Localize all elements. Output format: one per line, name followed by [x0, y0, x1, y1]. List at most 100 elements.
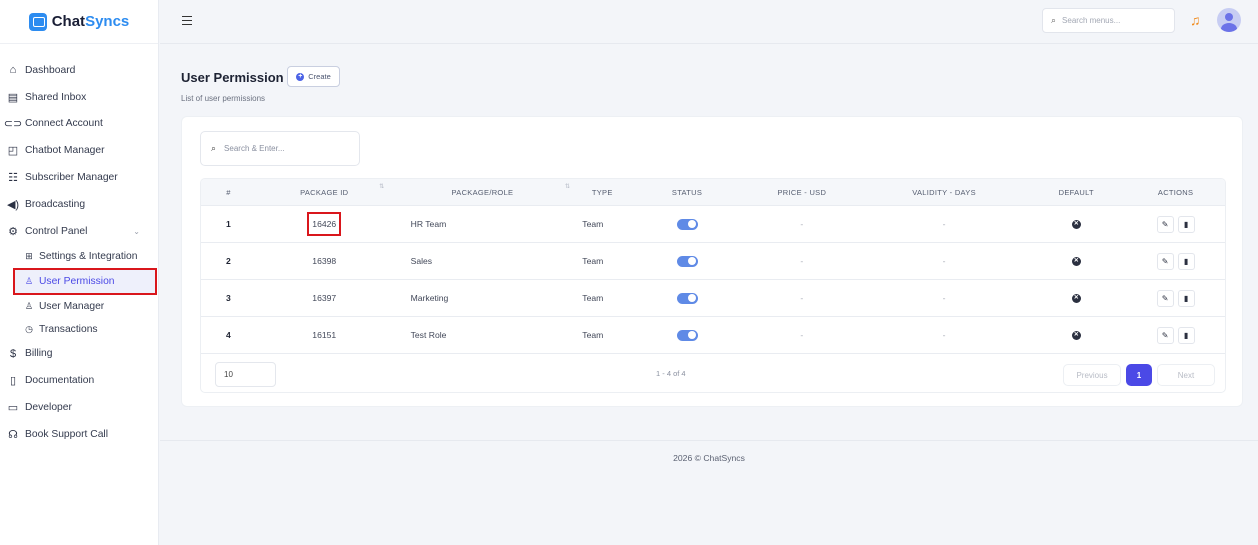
delete-button[interactable]: ▮: [1177, 326, 1195, 344]
search-icon: ⌕: [1051, 15, 1057, 25]
x-circle-icon: ✕: [1071, 219, 1081, 229]
validity-cell: -: [942, 219, 946, 229]
sidebar-item-control-panel[interactable]: ⚙ Control Panel ⌄: [0, 218, 158, 245]
status-toggle[interactable]: [676, 329, 698, 341]
settings-icon: ⊞: [25, 250, 33, 261]
column-header-default[interactable]: DEFAULT: [1026, 188, 1126, 197]
row-number: 1: [226, 219, 231, 229]
column-header-package-role[interactable]: PACKAGE/ROLE ⇅: [393, 184, 573, 197]
menu-search-input[interactable]: ⌕ Search menus...: [1042, 8, 1175, 33]
edit-button[interactable]: ✎: [1156, 326, 1174, 344]
page-1-button[interactable]: 1: [1126, 364, 1152, 386]
per-page-select[interactable]: 10: [215, 362, 276, 387]
column-header-number[interactable]: #: [201, 188, 256, 197]
users-icon: ☷: [8, 172, 18, 185]
headset-icon: ☊: [8, 428, 18, 441]
column-header-validity[interactable]: VALIDITY - DAYS: [862, 188, 1027, 197]
status-toggle[interactable]: [676, 218, 698, 230]
create-button[interactable]: + Create: [287, 66, 340, 87]
sidebar-item-book-support-call[interactable]: ☊ Book Support Call: [0, 421, 158, 448]
package-id-cell: 16397: [312, 293, 337, 303]
sidebar-subitem-settings-integration[interactable]: ⊞ Settings & Integration: [0, 245, 158, 268]
page-title: User Permission: [181, 70, 284, 85]
user-icon: ♙: [24, 300, 34, 311]
table-row: 4 16151 Test Role Team - - ✕ ✎ ▮: [201, 316, 1225, 353]
row-number: 4: [226, 330, 231, 340]
column-header-type[interactable]: TYPE: [572, 188, 632, 197]
sort-icon: ⇅: [564, 183, 571, 190]
package-id-cell: 16151: [312, 330, 337, 340]
package-role-cell: Marketing: [410, 293, 449, 303]
table-search-input[interactable]: ⌕ Search & Enter...: [200, 131, 360, 166]
permissions-card: ⌕ Search & Enter... # PACKAGE ID ⇅ PACKAG…: [181, 116, 1243, 407]
page-subtitle: List of user permissions: [181, 94, 266, 103]
package-role-cell: Sales: [410, 256, 433, 266]
permissions-table: # PACKAGE ID ⇅ PACKAGE/ROLE ⇅ TYPE STATUS …: [200, 178, 1226, 393]
sidebar-item-subscriber-manager[interactable]: ☷ Subscriber Manager: [0, 164, 158, 191]
validity-cell: -: [942, 293, 946, 303]
brand-name: ChatSyncs: [51, 13, 130, 30]
avatar[interactable]: [1217, 8, 1241, 32]
search-icon: ⌕: [211, 143, 217, 153]
package-role-cell: HR Team: [410, 219, 447, 229]
gear-icon: ⚙: [8, 225, 18, 238]
user-lock-icon: ♙: [24, 275, 34, 286]
column-header-package-id[interactable]: PACKAGE ID ⇅: [256, 184, 393, 197]
edit-button[interactable]: ✎: [1156, 215, 1174, 233]
sidebar-item-dashboard[interactable]: ⌂ Dashboard: [0, 57, 158, 84]
sidebar-item-connect-account[interactable]: ⊂⊃ Connect Account: [0, 111, 158, 138]
price-cell: -: [800, 293, 804, 303]
home-icon: ⌂: [9, 64, 17, 77]
code-icon: ▭: [7, 402, 19, 415]
table-footer: 10 1 - 4 of 4 Previous 1 Next: [201, 353, 1225, 392]
sidebar-nav: ⌂ Dashboard ▤ Shared Inbox ⊂⊃ Connect Accou…: [0, 44, 158, 448]
chevron-down-icon: ⌄: [133, 226, 140, 236]
package-id-cell: 16426: [307, 212, 342, 236]
plus-icon: +: [296, 72, 305, 81]
inbox-icon: ▤: [7, 91, 19, 104]
hamburger-menu-icon[interactable]: [182, 16, 192, 25]
sidebar-item-developer[interactable]: ▭ Developer: [0, 394, 158, 421]
sidebar-item-broadcasting[interactable]: ◀) Broadcasting: [0, 191, 158, 218]
delete-button[interactable]: ▮: [1177, 215, 1195, 233]
package-role-cell: Test Role: [410, 330, 447, 340]
sidebar-subitem-user-permission[interactable]: ♙ User Permission: [13, 267, 157, 295]
edit-button[interactable]: ✎: [1156, 289, 1174, 307]
status-toggle[interactable]: [676, 255, 698, 267]
link-icon: ⊂⊃: [3, 118, 23, 131]
sidebar-item-documentation[interactable]: ▯ Documentation: [0, 367, 158, 394]
type-cell: Team: [582, 293, 604, 303]
package-id-cell: 16398: [312, 256, 337, 266]
notification-bell-icon[interactable]: ♫: [1190, 12, 1201, 28]
sidebar-subitem-user-manager[interactable]: ♙ User Manager: [0, 295, 158, 318]
chat-logo-icon: [28, 12, 47, 31]
sidebar-item-shared-inbox[interactable]: ▤ Shared Inbox: [0, 84, 158, 111]
delete-button[interactable]: ▮: [1177, 289, 1195, 307]
top-bar: ⌕ Search menus... ♫: [160, 0, 1258, 44]
column-header-status[interactable]: STATUS: [632, 188, 742, 197]
speaker-icon: ◀): [6, 198, 20, 211]
price-cell: -: [800, 256, 804, 266]
previous-page-button[interactable]: Previous: [1063, 364, 1121, 386]
sidebar-item-chatbot-manager[interactable]: ◰ Chatbot Manager: [0, 137, 158, 164]
table-row: 1 16426 HR Team Team - - ✕ ✎ ▮: [201, 205, 1225, 242]
pagination-range: 1 - 4 of 4: [656, 369, 686, 378]
bot-icon: ◰: [7, 145, 19, 158]
footer-divider: [160, 440, 1258, 441]
validity-cell: -: [942, 330, 946, 340]
price-cell: -: [800, 330, 804, 340]
status-toggle[interactable]: [676, 292, 698, 304]
row-number: 3: [226, 293, 231, 303]
next-page-button[interactable]: Next: [1157, 364, 1215, 386]
edit-button[interactable]: ✎: [1156, 252, 1174, 270]
delete-button[interactable]: ▮: [1177, 252, 1195, 270]
x-circle-icon: ✕: [1071, 293, 1081, 303]
brand[interactable]: ChatSyncs: [0, 0, 158, 44]
sidebar: ChatSyncs ⌂ Dashboard ▤ Shared Inbox ⊂⊃ Con…: [0, 0, 159, 545]
row-number: 2: [226, 256, 231, 266]
sidebar-subitem-transactions[interactable]: ◷ Transactions: [0, 318, 158, 341]
type-cell: Team: [582, 330, 604, 340]
column-header-price[interactable]: PRICE - USD: [742, 188, 862, 197]
sidebar-item-billing[interactable]: $ Billing: [0, 341, 158, 368]
footer-copyright: 2026 © ChatSyncs: [673, 453, 745, 463]
